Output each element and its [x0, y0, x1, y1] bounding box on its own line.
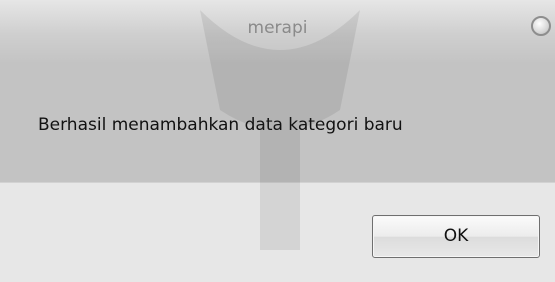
titlebar: merapi — [0, 0, 555, 62]
dialog-content: Berhasil menambahkan data kategori baru — [0, 62, 555, 182]
message-text: Berhasil menambahkan data kategori baru — [38, 115, 403, 135]
close-icon[interactable] — [531, 16, 551, 36]
ok-button[interactable]: OK — [372, 215, 540, 258]
window-title: merapi — [247, 18, 308, 38]
message-dialog: merapi Berhasil menambahkan data kategor… — [0, 0, 555, 282]
dialog-footer: OK — [0, 182, 555, 282]
